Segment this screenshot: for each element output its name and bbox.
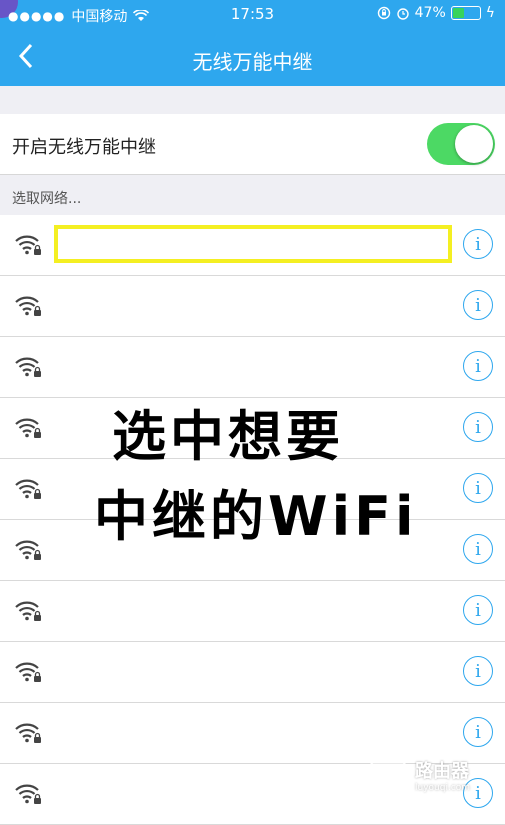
info-icon[interactable]: i bbox=[463, 229, 493, 259]
annotation-line-2: 中继的WiFi bbox=[94, 485, 418, 548]
wifi-lock-icon bbox=[14, 721, 42, 745]
watermark-sub: luyouqi.com bbox=[415, 783, 471, 793]
watermark: 路由器 luyouqi.com bbox=[367, 752, 477, 798]
battery-percent: 47% bbox=[414, 5, 446, 21]
battery-icon bbox=[450, 6, 481, 20]
info-icon[interactable]: i bbox=[463, 717, 493, 747]
annotation-overlay: 选中想要 中继的WiFi bbox=[0, 380, 505, 560]
page-title: 无线万能中继 bbox=[192, 50, 313, 74]
annotation-line-1: 选中想要 bbox=[112, 405, 344, 468]
switch-knob bbox=[455, 125, 493, 163]
status-bar: ●●●●● 中国移动 17:53 47% ϟ bbox=[0, 0, 505, 30]
orientation-lock-icon bbox=[377, 6, 390, 20]
repeater-toggle-switch[interactable] bbox=[427, 123, 495, 165]
wifi-lock-icon bbox=[14, 294, 42, 318]
wifi-lock-icon bbox=[14, 233, 42, 257]
selection-highlight bbox=[54, 225, 452, 263]
network-row[interactable]: i bbox=[0, 642, 505, 703]
alarm-icon bbox=[396, 8, 409, 20]
charging-icon: ϟ bbox=[485, 5, 495, 21]
info-icon[interactable]: i bbox=[463, 290, 493, 320]
network-row[interactable]: i bbox=[0, 276, 505, 337]
watermark-text: 路由器 bbox=[415, 761, 469, 782]
wifi-lock-icon bbox=[14, 355, 42, 379]
section-header-label: 选取网络... bbox=[12, 191, 82, 207]
network-section-header: 选取网络... bbox=[0, 175, 505, 216]
nav-bar: 无线万能中继 bbox=[0, 30, 505, 86]
network-row[interactable]: i bbox=[0, 581, 505, 642]
spacer bbox=[0, 86, 505, 115]
watermark-logo-icon bbox=[367, 754, 409, 796]
wifi-lock-icon bbox=[14, 599, 42, 623]
repeater-toggle-row: 开启无线万能中继 bbox=[0, 114, 505, 175]
status-right: 47% ϟ bbox=[377, 5, 495, 21]
info-icon[interactable]: i bbox=[463, 351, 493, 381]
info-icon[interactable]: i bbox=[463, 656, 493, 686]
wifi-lock-icon bbox=[14, 782, 42, 806]
toggle-label: 开启无线万能中继 bbox=[12, 137, 156, 158]
info-icon[interactable]: i bbox=[463, 595, 493, 625]
wifi-lock-icon bbox=[14, 660, 42, 684]
